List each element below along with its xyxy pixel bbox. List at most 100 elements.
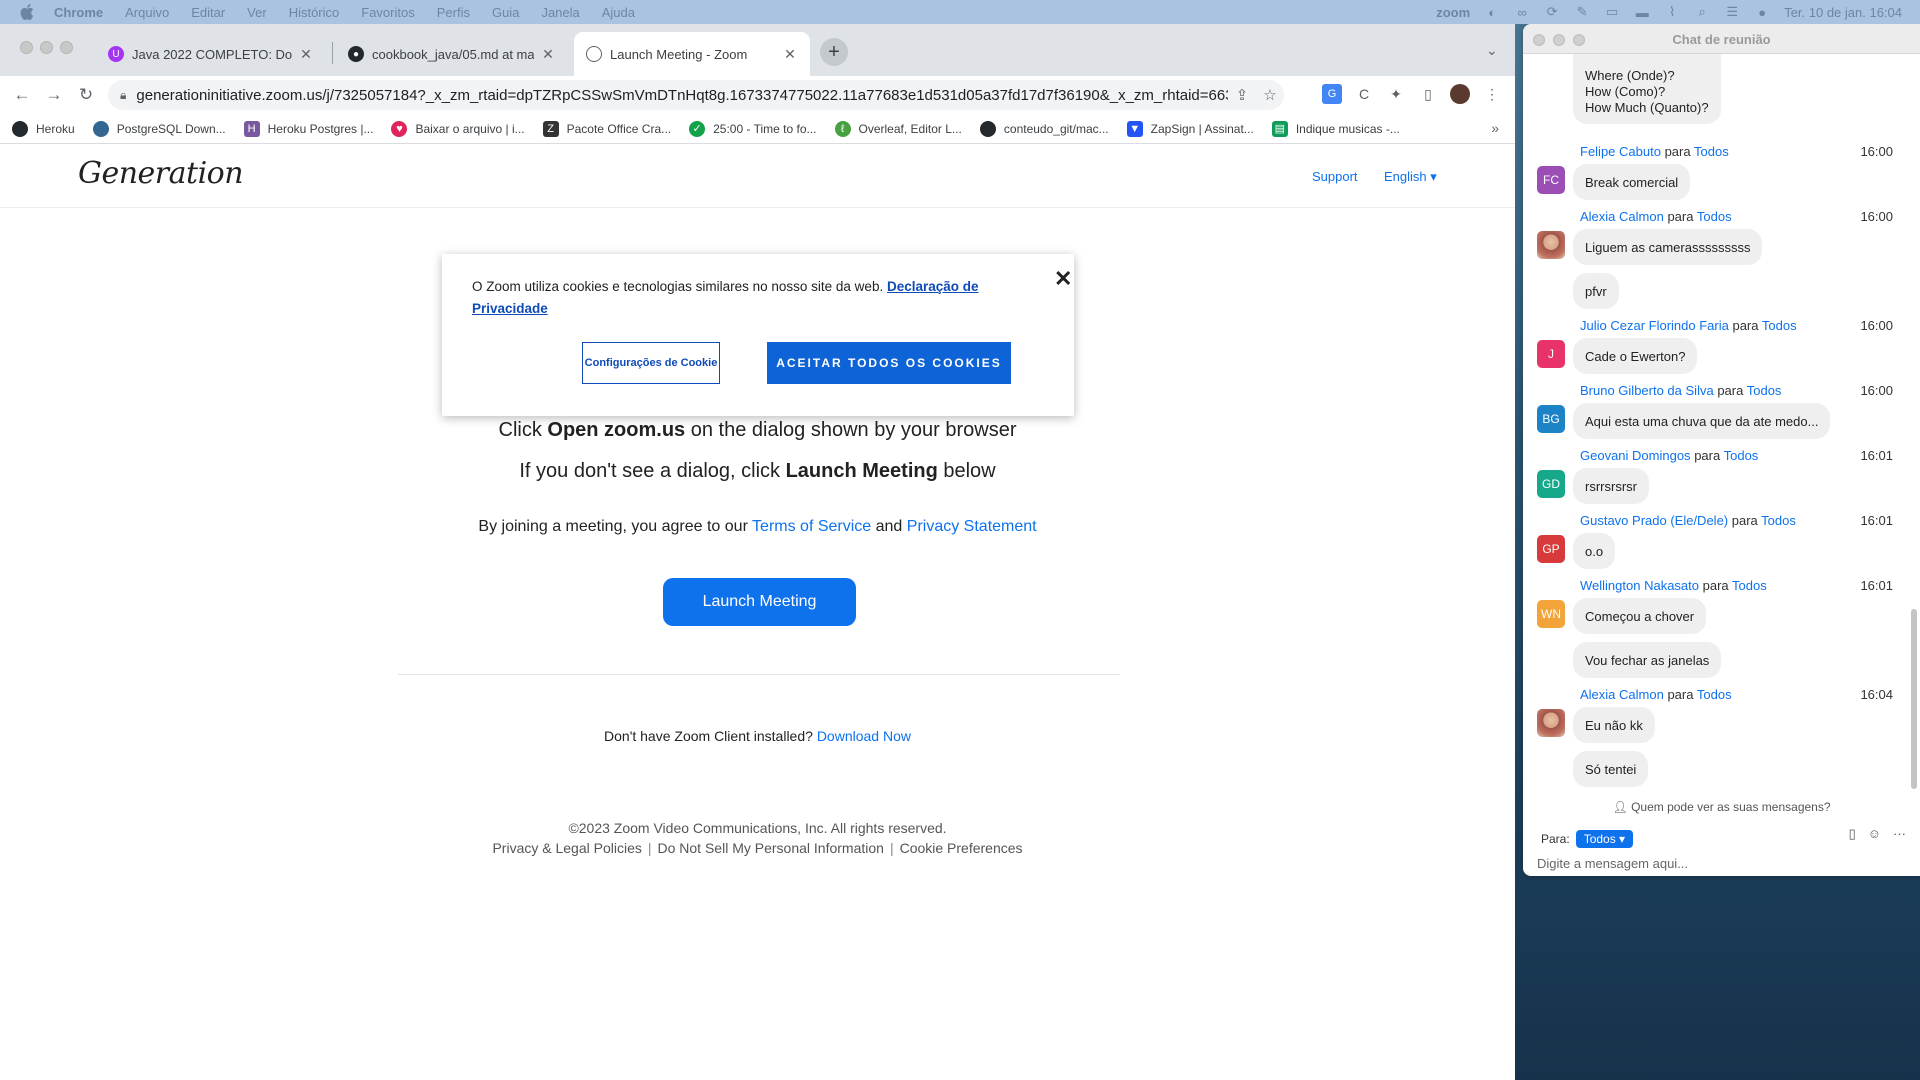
- chat-scrollbar[interactable]: [1911, 609, 1917, 789]
- forward-arrow-icon[interactable]: →: [42, 83, 66, 107]
- message-time: 16:00: [1860, 383, 1893, 398]
- tab-cookbook[interactable]: ● cookbook_java/05.md at main ✕: [336, 32, 568, 76]
- extension-c-icon[interactable]: C: [1354, 84, 1374, 104]
- extensions-puzzle-icon[interactable]: ✦: [1386, 84, 1406, 104]
- bookmark-heroku-postgres[interactable]: H Heroku Postgres |...: [243, 120, 374, 137]
- tab-java-course[interactable]: U Java 2022 COMPLETO: Do Zero ✕: [96, 32, 326, 76]
- sender-name[interactable]: Bruno Gilberto da Silva: [1580, 383, 1714, 398]
- maximize-window-button[interactable]: [60, 41, 73, 54]
- menu-arquivo[interactable]: Arquivo: [125, 5, 169, 20]
- bookmark-heroku[interactable]: Heroku: [12, 120, 75, 137]
- menu-ver[interactable]: Ver: [247, 5, 267, 20]
- sender-name[interactable]: Julio Cezar Florindo Faria: [1580, 318, 1729, 333]
- sender-name[interactable]: Felipe Cabuto: [1580, 144, 1661, 159]
- bookmark-label: Heroku Postgres |...: [267, 121, 374, 136]
- tab-search-chevron-icon[interactable]: ⌄: [1486, 42, 1498, 59]
- bookmark-label: 25:00 - Time to fo...: [713, 121, 817, 136]
- chat-tools: ▯ ☺ ···: [1849, 826, 1906, 842]
- translate-icon[interactable]: G: [1322, 84, 1342, 104]
- bookmark-zapsign[interactable]: ▼ ZapSign | Assinat...: [1126, 120, 1254, 137]
- support-link[interactable]: Support: [1312, 169, 1358, 184]
- pen-icon[interactable]: ✎: [1574, 4, 1590, 19]
- bookmarks-overflow-icon[interactable]: »: [1491, 120, 1499, 136]
- who-can-see-link[interactable]: 👤︎ Quem pode ver as suas mensagens?: [1523, 800, 1920, 814]
- file-icon[interactable]: ▯: [1849, 826, 1856, 842]
- privacy-statement-link[interactable]: Privacy Statement: [907, 518, 1037, 535]
- bookmark-conteudo-git[interactable]: conteudo_git/mac...: [979, 120, 1109, 137]
- apple-icon[interactable]: [18, 3, 36, 21]
- bookmark-overleaf[interactable]: ℓ Overleaf, Editor L...: [834, 120, 962, 137]
- close-tab-icon[interactable]: ✕: [782, 46, 798, 63]
- chat-message-input[interactable]: Digite a mensagem aqui...: [1537, 856, 1688, 871]
- tab-title: cookbook_java/05.md at main: [372, 46, 534, 62]
- recipient: Todos: [1746, 383, 1782, 398]
- back-arrow-icon[interactable]: ←: [10, 83, 34, 107]
- close-icon[interactable]: ✕: [1054, 266, 1072, 292]
- menu-janela[interactable]: Janela: [541, 5, 579, 20]
- zoom-status-label[interactable]: zoom: [1436, 5, 1470, 20]
- bookmark-postgresql[interactable]: PostgreSQL Down...: [92, 120, 226, 137]
- close-tab-icon[interactable]: ✕: [298, 46, 314, 63]
- battery-icon[interactable]: ▬: [1634, 5, 1650, 20]
- accept-cookies-button[interactable]: ACEITAR TODOS OS COOKIES: [767, 342, 1011, 384]
- cookie-settings-button[interactable]: Configurações de Cookie: [582, 342, 720, 384]
- download-now-link[interactable]: Download Now: [817, 728, 911, 744]
- sender-name[interactable]: Wellington Nakasato: [1580, 578, 1699, 593]
- side-panel-icon[interactable]: ▯: [1418, 84, 1438, 104]
- chat-messages: Where (Onde)? How (Como)? How Much (Quan…: [1523, 54, 1920, 789]
- share-icon[interactable]: ⇪: [1228, 86, 1256, 104]
- cookie-preferences-link[interactable]: Cookie Preferences: [900, 840, 1023, 856]
- siri-icon[interactable]: ●: [1754, 5, 1770, 20]
- menu-favoritos[interactable]: Favoritos: [361, 5, 414, 20]
- tab-launch-meeting[interactable]: Launch Meeting - Zoom ✕: [574, 32, 810, 76]
- url-text[interactable]: generationinitiative.zoom.us/j/732505718…: [136, 87, 1228, 104]
- bookmark-office[interactable]: Z Pacote Office Cra...: [542, 120, 671, 137]
- more-menu-icon[interactable]: ⋮: [1482, 84, 1502, 104]
- launch-meeting-button[interactable]: Launch Meeting: [663, 578, 856, 626]
- do-not-sell-link[interactable]: Do Not Sell My Personal Information: [658, 840, 884, 856]
- bookmark-baixar[interactable]: ♥ Baixar o arquivo | i...: [391, 120, 525, 137]
- wifi-off-icon[interactable]: ⌇: [1664, 4, 1680, 19]
- sender-name[interactable]: Alexia Calmon: [1580, 209, 1664, 224]
- terms-text: and: [871, 518, 907, 535]
- address-bar[interactable]: 🔒︎ generationinitiative.zoom.us/j/732505…: [108, 80, 1284, 110]
- minimize-window-button[interactable]: [40, 41, 53, 54]
- close-tab-icon[interactable]: ✕: [540, 46, 556, 63]
- creative-cloud-icon[interactable]: ∞: [1514, 5, 1530, 20]
- bookmark-indique-musicas[interactable]: ▤ Indique musicas -...: [1271, 120, 1400, 137]
- lock-icon[interactable]: 🔒︎: [120, 88, 126, 103]
- sender-name[interactable]: Gustavo Prado (Ele/Dele): [1580, 513, 1728, 528]
- profile-avatar[interactable]: [1450, 84, 1470, 104]
- menu-ajuda[interactable]: Ajuda: [602, 5, 635, 20]
- menu-perfis[interactable]: Perfis: [437, 5, 470, 20]
- more-icon[interactable]: ···: [1893, 826, 1906, 842]
- new-tab-button[interactable]: +: [820, 38, 848, 66]
- privacy-legal-link[interactable]: Privacy & Legal Policies: [492, 840, 641, 856]
- chat-bubble: Só tentei: [1573, 751, 1649, 787]
- close-window-button[interactable]: [20, 41, 33, 54]
- search-icon[interactable]: ⌕: [1694, 4, 1710, 19]
- bookmark-label: Baixar o arquivo | i...: [415, 121, 525, 136]
- to-word: para: [1731, 513, 1758, 528]
- control-center-icon[interactable]: ☰: [1724, 4, 1740, 19]
- emoji-icon[interactable]: ☺: [1868, 826, 1881, 842]
- generation-logo[interactable]: Generation: [78, 156, 244, 191]
- menu-historico[interactable]: Histórico: [289, 5, 340, 20]
- menu-guia[interactable]: Guia: [492, 5, 519, 20]
- chat-bubble: pfvr: [1573, 273, 1619, 309]
- sync-icon[interactable]: ⟳: [1544, 4, 1560, 19]
- sender-name[interactable]: Geovani Domingos: [1580, 448, 1691, 463]
- reload-icon[interactable]: ↻: [74, 83, 98, 107]
- sender-name[interactable]: Alexia Calmon: [1580, 687, 1664, 702]
- bookmark-pomodoro[interactable]: ✓ 25:00 - Time to fo...: [689, 120, 817, 137]
- status-circle-icon[interactable]: ◐: [1484, 5, 1500, 20]
- bookmark-star-icon[interactable]: ☆: [1256, 86, 1284, 104]
- menu-editar[interactable]: Editar: [191, 5, 225, 20]
- menu-app-name[interactable]: Chrome: [54, 5, 103, 20]
- terms-of-service-link[interactable]: Terms of Service: [752, 518, 871, 535]
- github-icon: [12, 120, 28, 137]
- recipient-dropdown[interactable]: Todos ▾: [1575, 830, 1634, 848]
- menubar-datetime[interactable]: Ter. 10 de jan. 16:04: [1784, 5, 1902, 20]
- language-dropdown[interactable]: English ▾: [1384, 169, 1437, 185]
- window-icon[interactable]: ▭: [1604, 4, 1620, 19]
